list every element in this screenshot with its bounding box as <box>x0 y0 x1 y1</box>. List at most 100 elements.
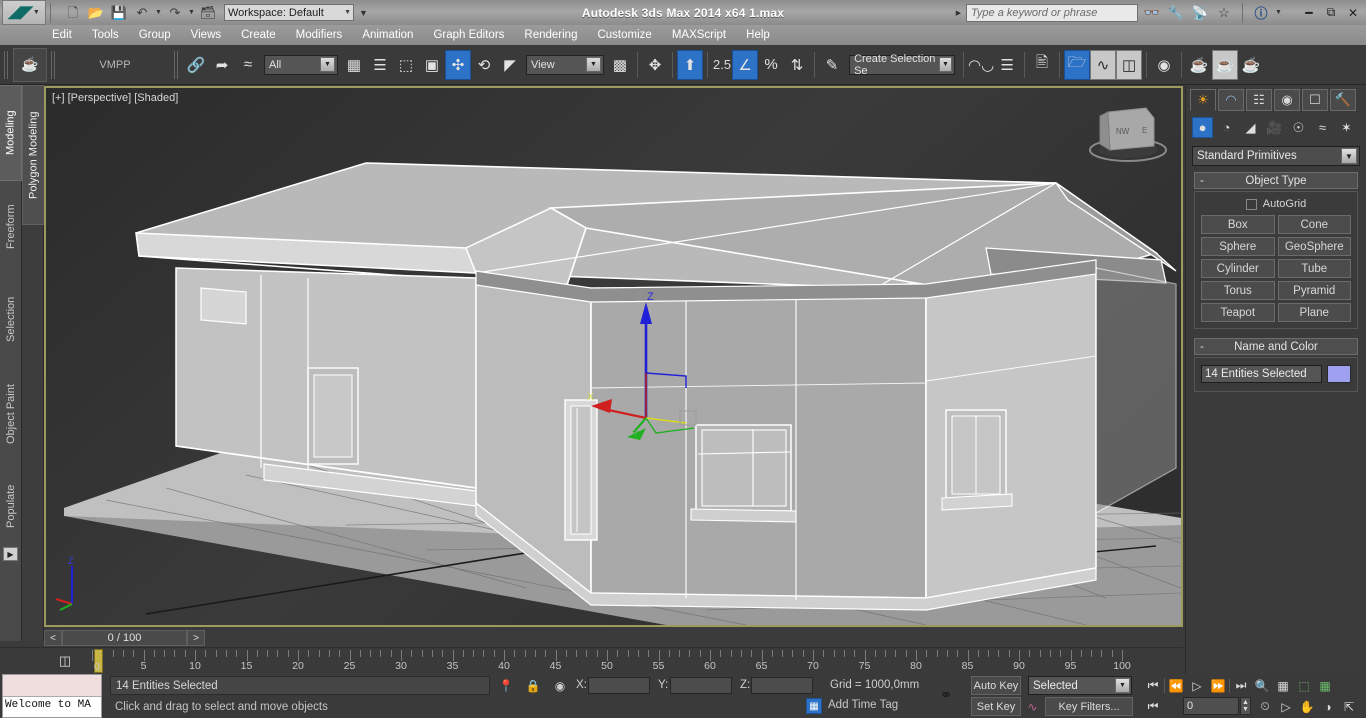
toggle-scene-explorer-button[interactable]: 🗁 <box>1064 49 1091 80</box>
search-binoculars-icon[interactable]: 👓 <box>1142 3 1162 23</box>
help-dropdown-icon[interactable]: ▼ <box>1275 9 1282 16</box>
go-to-start-button[interactable]: ⏮ <box>1143 676 1163 695</box>
reference-coordinate-combo[interactable]: View ▼ <box>526 54 604 75</box>
menu-item-edit[interactable]: Edit <box>42 25 82 45</box>
utilities-tab[interactable]: 🔨 <box>1330 89 1356 111</box>
shapes-icon[interactable]: ◔ <box>1216 117 1237 138</box>
selection-filter-combo[interactable]: All ▼ <box>264 54 338 75</box>
absolute-relative-transform-icon[interactable]: ◉ <box>551 677 569 694</box>
autogrid-checkbox[interactable] <box>1245 198 1257 210</box>
create-box-button[interactable]: Box <box>1201 215 1275 234</box>
redo-dropdown-icon[interactable]: ▼ <box>188 9 195 16</box>
menu-item-modifiers[interactable]: Modifiers <box>286 25 353 45</box>
helpers-icon[interactable]: ☉ <box>1288 117 1309 138</box>
current-frame-display[interactable]: 0 / 100 <box>62 630 187 646</box>
snaps-toggle-button[interactable]: ⬆ <box>677 49 703 80</box>
create-teapot-button[interactable]: Teapot <box>1201 303 1275 322</box>
next-frame-arrow[interactable]: > <box>187 630 205 646</box>
zoom-button[interactable]: 🔍 <box>1252 676 1272 695</box>
maxscript-input-line[interactable] <box>3 675 101 697</box>
create-plane-button[interactable]: Plane <box>1277 303 1351 322</box>
menu-item-customize[interactable]: Customize <box>587 25 661 45</box>
chevron-down-icon[interactable]: ▼ <box>33 9 40 16</box>
ribbon-tab-populate[interactable]: Populate <box>0 463 22 549</box>
menu-item-graph-editors[interactable]: Graph Editors <box>423 25 514 45</box>
edit-named-selection-sets-button[interactable]: ✎ <box>819 50 845 80</box>
named-selection-set-combo[interactable]: Create Selection Se ▼ <box>849 53 956 77</box>
maximize-viewport-toggle-button[interactable]: ⇱ <box>1339 697 1359 716</box>
chevron-down-icon[interactable]: ▼ <box>1341 148 1357 164</box>
object-name-input[interactable]: 14 Entities Selected <box>1201 365 1322 383</box>
collapse-icon[interactable]: - <box>1200 341 1204 353</box>
new-scene-button[interactable]: 🗋 <box>63 3 83 23</box>
chevron-down-icon[interactable]: ▼ <box>1115 678 1130 693</box>
menu-item-animation[interactable]: Animation <box>352 25 423 45</box>
menu-item-tools[interactable]: Tools <box>82 25 129 45</box>
coord-z-field[interactable] <box>751 677 813 694</box>
collapse-icon[interactable]: - <box>1200 175 1204 187</box>
material-editor-button[interactable]: ◉ <box>1151 50 1177 80</box>
spinner-snap-toggle-button[interactable]: ⇅ <box>784 50 810 80</box>
workspace-menu-icon[interactable]: ▼ <box>359 8 368 18</box>
display-tab[interactable]: ☐ <box>1302 89 1328 111</box>
coord-x-field[interactable] <box>588 677 650 694</box>
close-button[interactable]: ✕ <box>1344 3 1362 23</box>
ribbon-subtab-polygon-modeling[interactable]: Polygon Modeling <box>22 85 44 225</box>
wrench-icon[interactable]: 🔧 <box>1166 3 1186 23</box>
create-tab[interactable]: ☀ <box>1190 89 1216 111</box>
zoom-all-button[interactable]: ▦ <box>1273 676 1293 695</box>
track-bar[interactable]: ◫ 5 10 15 20 25 30 35 40 45 50 55 60 65 70 75 80 85 90 95 1… <box>0 647 1183 674</box>
create-geosphere-button[interactable]: GeoSphere <box>1277 237 1351 256</box>
use-pivot-point-center-button[interactable]: ▩ <box>607 50 633 80</box>
lights-icon[interactable]: ◢ <box>1240 117 1261 138</box>
ribbon-tab-modeling[interactable]: Modeling <box>0 85 22 181</box>
menu-item-create[interactable]: Create <box>231 25 286 45</box>
app-logo-button[interactable]: ◢◤ ▼ <box>2 0 46 25</box>
walkthrough-button[interactable]: ▷ <box>1276 697 1296 716</box>
menu-item-rendering[interactable]: Rendering <box>514 25 587 45</box>
menu-item-help[interactable]: Help <box>736 25 780 45</box>
geometry-icon[interactable]: ● <box>1192 117 1213 138</box>
selection-lock-icon[interactable]: 🔒 <box>524 677 542 694</box>
select-and-scale-button[interactable]: ◤ <box>497 50 523 80</box>
undo-dropdown-icon[interactable]: ▼ <box>155 9 162 16</box>
open-file-button[interactable]: 📂 <box>86 3 106 23</box>
standard-teapot-button[interactable]: ☕ <box>13 47 47 82</box>
current-frame-field[interactable]: 0 <box>1183 697 1239 715</box>
create-torus-button[interactable]: Torus <box>1201 281 1275 300</box>
systems-icon[interactable]: ✶ <box>1336 117 1357 138</box>
redo-button[interactable]: ↷ <box>165 3 185 23</box>
modify-tab[interactable]: ◠ <box>1218 89 1244 111</box>
previous-frame-arrow[interactable]: < <box>44 630 62 646</box>
rollout-header-object-type[interactable]: - Object Type <box>1194 172 1358 189</box>
align-button[interactable]: ☰ <box>994 50 1020 80</box>
maxscript-mini-listener[interactable]: Welcome to MA <box>2 674 102 718</box>
previous-frame-button[interactable]: ⏪ <box>1166 676 1186 695</box>
ribbon-tab-selection[interactable]: Selection <box>0 273 22 365</box>
workspace-selector[interactable]: Workspace: Default ▼ <box>224 4 354 21</box>
search-input[interactable]: Type a keyword or phrase <box>966 3 1138 22</box>
create-tube-button[interactable]: Tube <box>1277 259 1351 278</box>
hierarchy-tab[interactable]: ☷ <box>1246 89 1272 111</box>
time-configuration-button[interactable]: ⏲ <box>1255 697 1275 716</box>
rollout-header-name-and-color[interactable]: - Name and Color <box>1194 338 1358 355</box>
mirror-button[interactable]: ◠◡ <box>968 50 994 80</box>
minimize-button[interactable]: ━ <box>1300 3 1318 23</box>
curve-editor-button[interactable]: ∿ <box>1090 49 1117 80</box>
subcategory-combo[interactable]: Standard Primitives ▼ <box>1192 146 1360 166</box>
angle-snap-toggle-button[interactable]: ∠ <box>732 49 759 80</box>
select-by-name-button[interactable]: ☰ <box>367 50 393 80</box>
viewport-label[interactable]: [+] [Perspective] [Shaded] <box>52 92 178 104</box>
ribbon-tab-object-paint[interactable]: Object Paint <box>0 365 22 463</box>
cameras-icon[interactable]: 🎥 <box>1264 117 1285 138</box>
create-pyramid-button[interactable]: Pyramid <box>1277 281 1351 300</box>
unlink-selection-button[interactable]: ➦ <box>209 50 235 80</box>
zoom-extents-button[interactable]: ⬚ <box>1294 676 1314 695</box>
key-mode-toggle-button[interactable]: ⏮ <box>1143 697 1163 716</box>
layer-manager-button[interactable]: 🖹 <box>1029 50 1055 80</box>
pan-view-button[interactable]: ✋ <box>1297 697 1317 716</box>
project-folder-button[interactable]: 🗃 <box>198 3 218 23</box>
satellite-icon[interactable]: 📡 <box>1190 3 1210 23</box>
render-setup-button[interactable]: ☕ <box>1186 50 1212 80</box>
create-cone-button[interactable]: Cone <box>1277 215 1351 234</box>
